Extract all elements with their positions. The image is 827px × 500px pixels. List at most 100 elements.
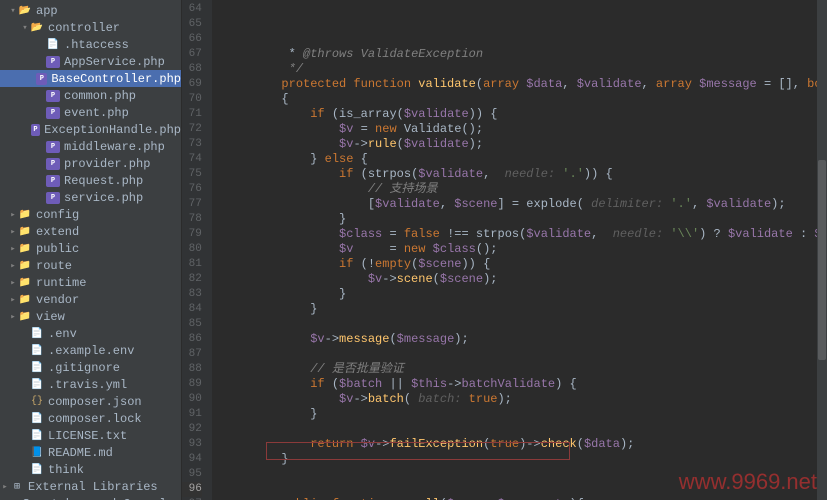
gutter-line: 79 [182, 227, 202, 242]
tree-item--travis-yml[interactable]: 📄.travis.yml [0, 376, 181, 393]
tree-label: composer.json [48, 395, 142, 409]
tree-item-scratches-and-consoles[interactable]: ⊟Scratches and Consoles [0, 495, 181, 500]
tree-item-route[interactable]: ▸📁route [0, 257, 181, 274]
project-tree[interactable]: ▾📂app▾📂controller📄.htaccessPAppService.p… [0, 0, 182, 500]
tree-label: Request.php [64, 174, 143, 188]
tree-item-composer-lock[interactable]: 📄composer.lock [0, 410, 181, 427]
tree-item-composer-json[interactable]: {}composer.json [0, 393, 181, 410]
tree-arrow[interactable]: ▸ [0, 482, 10, 492]
tree-label: composer.lock [48, 412, 142, 426]
scrollbar-thumb[interactable] [818, 160, 826, 360]
code-line[interactable]: if (!empty($scene)) { [224, 257, 827, 272]
tree-item-extend[interactable]: ▸📁extend [0, 223, 181, 240]
folder-open-icon: 📂 [30, 21, 44, 35]
gutter-line: 65 [182, 17, 202, 32]
tree-item-public[interactable]: ▸📁public [0, 240, 181, 257]
tree-item-common-php[interactable]: Pcommon.php [0, 87, 181, 104]
code-line[interactable]: { [224, 92, 827, 107]
tree-item-provider-php[interactable]: Pprovider.php [0, 155, 181, 172]
gutter-line: 81 [182, 257, 202, 272]
gutter-line: 87 [182, 347, 202, 362]
tree-arrow[interactable]: ▸ [8, 278, 18, 288]
code-editor[interactable]: 6465666768697071727374757677787980818283… [182, 0, 827, 500]
code-line[interactable]: } [224, 302, 827, 317]
gutter-line: 92 [182, 422, 202, 437]
tree-item-think[interactable]: 📄think [0, 461, 181, 478]
tree-item-middleware-php[interactable]: Pmiddleware.php [0, 138, 181, 155]
code-line[interactable]: * @throws ValidateException [224, 47, 827, 62]
folder-icon: 📁 [18, 293, 32, 307]
tree-arrow[interactable]: ▸ [8, 227, 18, 237]
code-line[interactable]: [$validate, $scene] = explode( delimiter… [224, 197, 827, 212]
gutter-line: 73 [182, 137, 202, 152]
code-line[interactable]: return $v->failException(true)->check($d… [224, 437, 827, 452]
code-line[interactable]: } else { [224, 152, 827, 167]
code-line[interactable]: // 是否批量验证 [224, 362, 827, 377]
gutter-line: 88 [182, 362, 202, 377]
tree-item-controller[interactable]: ▾📂 controller [0, 19, 181, 36]
code-line[interactable]: $class = false !== strpos($validate, nee… [224, 227, 827, 242]
code-line[interactable]: // 支持场景 [224, 182, 827, 197]
code-line[interactable]: $v->scene($scene); [224, 272, 827, 287]
tree-arrow[interactable]: ▸ [8, 244, 18, 254]
file-php-icon: P [31, 124, 40, 136]
tree-item-request-php[interactable]: PRequest.php [0, 172, 181, 189]
tree-item-readme-md[interactable]: 📘README.md [0, 444, 181, 461]
tree-item-view[interactable]: ▸📁view [0, 308, 181, 325]
file-generic-icon: 📄 [30, 327, 44, 341]
code-line[interactable]: $v = new Validate(); [224, 122, 827, 137]
tree-item-exceptionhandle-php[interactable]: PExceptionHandle.php [0, 121, 181, 138]
tree-label: .env [48, 327, 77, 341]
tree-label: provider.php [64, 157, 150, 171]
tree-item-appservice-php[interactable]: PAppService.php [0, 53, 181, 70]
tree-arrow[interactable]: ▸ [8, 295, 18, 305]
tree-item-config[interactable]: ▸📁config [0, 206, 181, 223]
tree-arrow[interactable]: ▾ [20, 23, 30, 33]
code-line[interactable]: $v->message($message); [224, 332, 827, 347]
code-line[interactable]: */ [224, 62, 827, 77]
tree-arrow[interactable]: ▸ [8, 210, 18, 220]
tree-item-runtime[interactable]: ▸📁runtime [0, 274, 181, 291]
code-line[interactable]: $v->rule($validate); [224, 137, 827, 152]
code-line[interactable]: $v->batch( batch: true); [224, 392, 827, 407]
file-generic-icon: 📄 [46, 38, 60, 52]
tree-item--env[interactable]: 📄 .env [0, 325, 181, 342]
tree-item--gitignore[interactable]: 📄.gitignore [0, 359, 181, 376]
tree-item-external-libraries[interactable]: ▸⊞External Libraries [0, 478, 181, 495]
tree-label: controller [48, 21, 120, 35]
code-line[interactable]: protected function validate(array $data,… [224, 77, 827, 92]
tree-arrow[interactable]: ▸ [8, 312, 18, 322]
code-line[interactable]: } [224, 407, 827, 422]
code-line[interactable] [224, 482, 827, 497]
tree-item-basecontroller-php[interactable]: PBaseController.php [0, 70, 181, 87]
gutter-line: 90 [182, 392, 202, 407]
tree-item-vendor[interactable]: ▸📁 vendor [0, 291, 181, 308]
gutter-line: 85 [182, 317, 202, 332]
code-line[interactable] [224, 467, 827, 482]
tree-item-app[interactable]: ▾📂app [0, 2, 181, 19]
file-generic-icon: 📄 [30, 378, 44, 392]
tree-item-license-txt[interactable]: 📄LICENSE.txt [0, 427, 181, 444]
code-line[interactable]: } [224, 452, 827, 467]
code-line[interactable] [224, 422, 827, 437]
vertical-scrollbar[interactable] [817, 0, 827, 500]
tree-label: vendor [36, 293, 79, 307]
code-area[interactable]: * @throws ValidateException */ protected… [212, 0, 827, 500]
code-line[interactable] [224, 317, 827, 332]
tree-item--htaccess[interactable]: 📄.htaccess [0, 36, 181, 53]
line-gutter: 6465666768697071727374757677787980818283… [182, 0, 212, 500]
tree-item-service-php[interactable]: Pservice.php [0, 189, 181, 206]
tree-arrow[interactable]: ▸ [8, 261, 18, 271]
code-line[interactable] [224, 347, 827, 362]
code-line[interactable]: $v = new $class(); [224, 242, 827, 257]
code-line[interactable]: if ($batch || $this->batchValidate) { [224, 377, 827, 392]
code-line[interactable]: } [224, 287, 827, 302]
tree-arrow[interactable]: ▾ [8, 6, 18, 16]
tree-label: .example.env [48, 344, 134, 358]
code-line[interactable]: if (strpos($validate, needle: '.')) { [224, 167, 827, 182]
code-line[interactable]: } [224, 212, 827, 227]
tree-item-event-php[interactable]: Pevent.php [0, 104, 181, 121]
code-line[interactable]: if (is_array($validate)) { [224, 107, 827, 122]
tree-item--example-env[interactable]: 📄.example.env [0, 342, 181, 359]
gutter-line: 78 [182, 212, 202, 227]
